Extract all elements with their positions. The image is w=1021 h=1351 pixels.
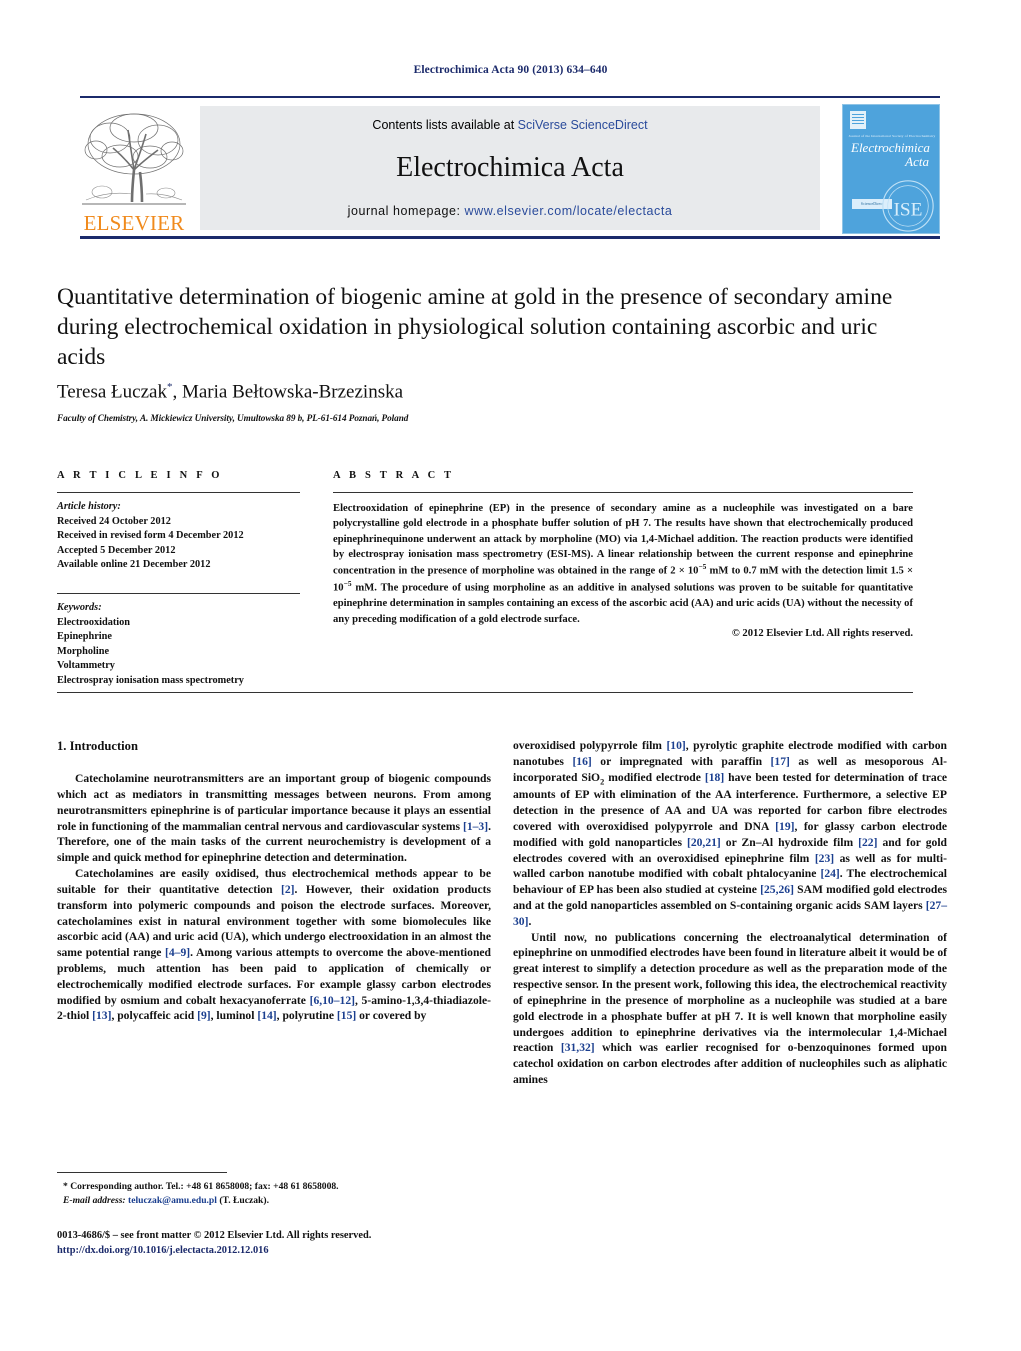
citation-ref[interactable]: [20,21]: [687, 836, 721, 849]
body-column-left: 1. Introduction Catecholamine neurotrans…: [57, 738, 491, 1024]
citation-ref[interactable]: [15]: [337, 1009, 356, 1022]
citation-ref[interactable]: [25,26]: [760, 883, 794, 896]
citation-ref[interactable]: [19]: [775, 820, 794, 833]
page-title: Quantitative determination of biogenic a…: [57, 284, 893, 370]
text-run: , polycaffeic acid: [111, 1009, 198, 1023]
paragraph-intro-3: Until now, no publications concerning th…: [513, 930, 947, 1088]
homepage-prefix: journal homepage:: [347, 204, 465, 218]
article-history-block: Article history: Received 24 October 201…: [57, 492, 300, 573]
running-head: Electrochimica Acta 90 (2013) 634–640: [413, 64, 608, 76]
author-list: Teresa Łuczak*, Maria Bełtowska-Brzezins…: [57, 381, 912, 403]
keyword-item: Voltammetry: [57, 660, 115, 672]
imprint-block: 0013-4686/$ – see front matter © 2012 El…: [57, 1228, 527, 1258]
keyword-item: Morpholine: [57, 645, 110, 657]
citation-ref[interactable]: [2]: [281, 883, 295, 896]
abstract-heading: A B S T R A C T: [333, 470, 455, 481]
citation-ref[interactable]: [23]: [815, 852, 834, 865]
citation-ref[interactable]: [14]: [257, 1009, 276, 1022]
text-run: , polyrutine: [276, 1009, 337, 1023]
keyword-item: Epinephrine: [57, 631, 112, 643]
citation-ref[interactable]: [18]: [705, 771, 724, 784]
paper-page: Electrochimica Acta 90 (2013) 634–640 EL…: [0, 0, 1021, 1351]
contents-line: Contents lists available at SciVerse Sci…: [200, 118, 820, 132]
text-run: Until now, no publications concerning th…: [513, 930, 947, 1055]
keywords-block: Keywords: Electrooxidation Epinephrine M…: [57, 593, 300, 689]
citation-ref[interactable]: [24]: [820, 867, 839, 880]
cover-society-line: Journal of the International Society of …: [848, 134, 936, 138]
email-label: E-mail address:: [63, 1195, 126, 1207]
history-item: Received in revised form 4 December 2012: [57, 530, 244, 542]
keyword-item: Electrospray ionisation mass spectrometr…: [57, 675, 244, 687]
author-secondary: , Maria Bełtowska-Brzezinska: [172, 381, 404, 403]
journal-cover-thumbnail: Journal of the International Society of …: [842, 104, 940, 234]
paragraph-intro-2: Catecholamines are easily oxidised, thus…: [57, 866, 491, 1024]
elsevier-logo: ELSEVIER: [80, 104, 188, 234]
corresponding-author-note: * Corresponding author. Tel.: +48 61 865…: [63, 1181, 339, 1192]
elsevier-tree-icon: [82, 113, 186, 205]
email-link[interactable]: teluczak@amu.edu.pl: [128, 1195, 217, 1206]
journal-banner: Contents lists available at SciVerse Sci…: [200, 106, 820, 230]
text-run: .: [528, 914, 532, 928]
keywords-label: Keywords:: [57, 602, 102, 614]
homepage-url-link[interactable]: www.elsevier.com/locate/electacta: [465, 204, 673, 218]
sciencedirect-link[interactable]: SciVerse ScienceDirect: [518, 118, 648, 132]
footnote-block: * Corresponding author. Tel.: +48 61 865…: [57, 1180, 497, 1209]
footnote-rule: [57, 1172, 227, 1173]
journal-title: Electrochimica Acta: [396, 152, 624, 183]
abstract-bottom-rule: [57, 692, 913, 693]
text-run: or Zn–Al hydroxide film: [720, 835, 859, 849]
citation-ref[interactable]: [22]: [858, 836, 877, 849]
cover-title: Electrochimica Acta: [851, 141, 935, 168]
section-heading-introduction: 1. Introduction: [57, 739, 138, 753]
abstract-body: Electrooxidation of epinephrine (EP) in …: [333, 492, 913, 639]
citation-ref[interactable]: [6,10–12]: [310, 994, 355, 1007]
email-note: E-mail address: teluczak@amu.edu.pl (T. …: [57, 1194, 497, 1208]
journal-homepage-line: journal homepage: www.elsevier.com/locat…: [200, 204, 820, 218]
affiliation: Faculty of Chemistry, A. Mickiewicz Univ…: [57, 413, 409, 423]
text-run: overoxidised polypyrrole film: [513, 739, 667, 752]
text-run: Catecholamine neurotransmitters are an i…: [57, 772, 491, 833]
text-run: modified electrode: [604, 770, 705, 784]
abstract-column: A B S T R A C T Electrooxidation of epin…: [333, 470, 913, 639]
issn-frontmatter: 0013-4686/$ – see front matter © 2012 El…: [57, 1230, 372, 1241]
citation-ref[interactable]: [13]: [92, 1009, 111, 1022]
article-history-label: Article history:: [57, 501, 121, 512]
contents-prefix: Contents lists available at: [372, 118, 518, 132]
elsevier-wordmark: ELSEVIER: [83, 211, 185, 235]
history-item: Accepted 5 December 2012: [57, 544, 176, 556]
abstract-text: Electrooxidation of epinephrine (EP) in …: [333, 501, 913, 627]
citation-ref[interactable]: [16]: [572, 755, 591, 768]
article-info-heading: A R T I C L E I N F O: [57, 470, 223, 481]
keyword-item: Electrooxidation: [57, 616, 131, 628]
svg-text:ISE: ISE: [894, 200, 923, 221]
cover-title-line2: Acta: [905, 153, 929, 169]
text-run: , luminol: [210, 1009, 258, 1023]
citation-ref[interactable]: [9]: [197, 1009, 211, 1022]
abstract-part-3: mM. The procedure of using morpholine as…: [333, 582, 913, 625]
masthead-bottom-rule: [80, 236, 940, 239]
abstract-exponent-2: −5: [343, 579, 352, 589]
citation-ref[interactable]: [17]: [771, 755, 790, 768]
citation-ref[interactable]: [10]: [666, 739, 685, 752]
body-column-right: overoxidised polypyrrole film [10], pyro…: [513, 738, 947, 1088]
text-run: or covered by: [356, 1009, 427, 1023]
citation-ref[interactable]: [31,32]: [561, 1041, 595, 1054]
cover-title-line1: Electrochimica: [851, 140, 930, 155]
history-item: Received 24 October 2012: [57, 515, 171, 527]
paragraph-intro-1: Catecholamine neurotransmitters are an i…: [57, 771, 491, 866]
text-run: or impregnated with paraffin: [591, 754, 771, 768]
author-primary: Teresa Łuczak: [57, 381, 167, 403]
cover-elsevier-icon: [850, 111, 866, 129]
ise-seal-icon: ISE: [882, 180, 934, 232]
history-item: Available online 21 December 2012: [57, 559, 211, 571]
journal-masthead: ELSEVIER Contents lists available at Sci…: [80, 96, 940, 238]
email-suffix: (T. Łuczak).: [216, 1195, 269, 1207]
citation-ref[interactable]: [4–9]: [165, 946, 190, 959]
doi-link[interactable]: http://dx.doi.org/10.1016/j.electacta.20…: [57, 1243, 527, 1258]
citation-ref[interactable]: [1–3]: [463, 820, 488, 833]
abstract-copyright: © 2012 Elsevier Ltd. All rights reserved…: [731, 627, 913, 639]
article-info-column: A R T I C L E I N F O Article history: R…: [57, 470, 300, 689]
paragraph-intro-2-continued: overoxidised polypyrrole film [10], pyro…: [513, 738, 947, 930]
